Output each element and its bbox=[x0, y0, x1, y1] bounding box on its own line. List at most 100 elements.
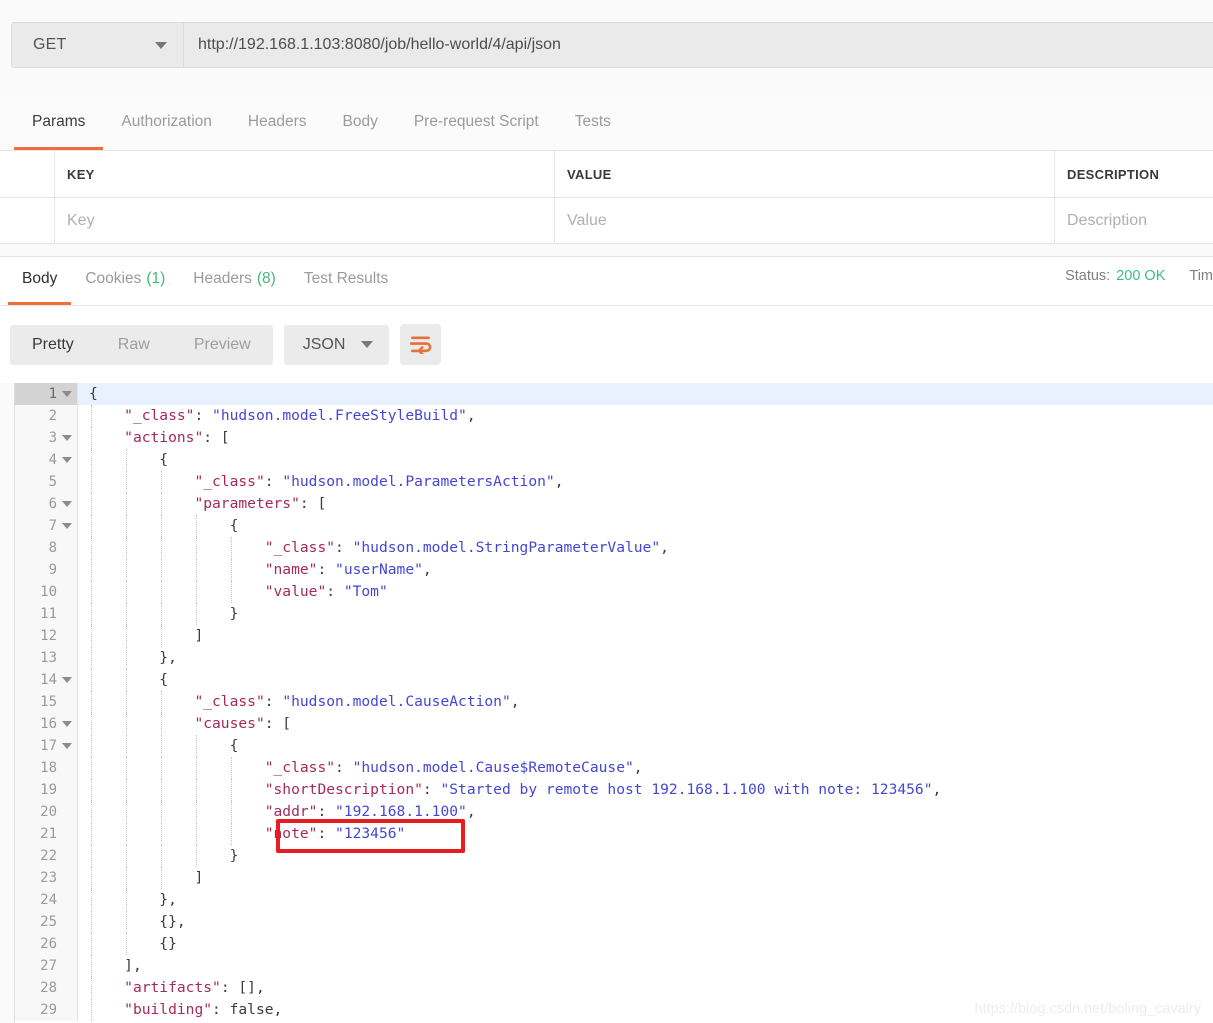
fold-arrow-icon[interactable] bbox=[62, 523, 72, 529]
response-tab-headers[interactable]: Headers (8) bbox=[179, 257, 290, 305]
code-line[interactable]: 23 ] bbox=[15, 867, 1213, 889]
response-tab-cookies[interactable]: Cookies (1) bbox=[71, 257, 179, 305]
params-row-checkbox[interactable] bbox=[0, 198, 55, 244]
code-tokens: "_class": "hudson.model.Cause$RemoteCaus… bbox=[89, 759, 643, 776]
code-token-punct: : bbox=[335, 759, 353, 776]
request-url-text: http://192.168.1.103:8080/job/hello-worl… bbox=[198, 36, 561, 53]
code-line[interactable]: 3 "actions": [ bbox=[15, 427, 1213, 449]
url-bar-inner: GET http://192.168.1.103:8080/job/hello-… bbox=[11, 22, 1213, 68]
indent-guide bbox=[161, 757, 163, 779]
fold-arrow-icon[interactable] bbox=[62, 501, 72, 507]
http-method-select[interactable]: GET bbox=[12, 23, 184, 67]
code-token-string: "hudson.model.Cause$RemoteCause" bbox=[352, 759, 634, 776]
line-number: 23 bbox=[15, 867, 78, 889]
request-tab-headers[interactable]: Headers bbox=[230, 100, 325, 150]
json-response-viewer[interactable]: 1{2 "_class": "hudson.model.FreeStyleBui… bbox=[14, 383, 1213, 1023]
fold-arrow-icon[interactable] bbox=[62, 457, 72, 463]
code-tokens: "artifacts": [], bbox=[89, 979, 265, 996]
indent-guide bbox=[91, 757, 92, 779]
request-url-input[interactable]: http://192.168.1.103:8080/job/hello-worl… bbox=[184, 23, 1213, 67]
code-line[interactable]: 11 } bbox=[15, 603, 1213, 625]
request-tab-label: Params bbox=[32, 113, 86, 130]
indent-guide bbox=[91, 581, 92, 603]
fold-arrow-icon[interactable] bbox=[62, 391, 72, 397]
code-token-punct: : bbox=[264, 693, 283, 710]
response-time-label: Tim bbox=[1189, 268, 1213, 284]
code-line[interactable]: 7 { bbox=[15, 515, 1213, 537]
line-number: 4 bbox=[15, 449, 78, 471]
line-number: 7 bbox=[15, 515, 78, 537]
code-line[interactable]: 26 {} bbox=[15, 933, 1213, 955]
code-token-punct: , bbox=[422, 561, 432, 578]
view-mode-pretty[interactable]: Pretty bbox=[10, 325, 96, 365]
indent-guide bbox=[126, 801, 128, 823]
code-token-string: "hudson.model.FreeStyleBuild" bbox=[212, 407, 467, 424]
code-line[interactable]: 21 "note": "123456" bbox=[15, 823, 1213, 845]
code-line-text: {}, bbox=[78, 911, 1213, 933]
request-url-bar: GET http://192.168.1.103:8080/job/hello-… bbox=[0, 0, 1213, 89]
code-tokens: ], bbox=[89, 957, 142, 974]
code-line-text: "_class": "hudson.model.FreeStyleBuild", bbox=[78, 405, 1213, 427]
response-format-select[interactable]: JSON bbox=[283, 324, 390, 365]
code-line[interactable]: 19 "shortDescription": "Started by remot… bbox=[15, 779, 1213, 801]
code-line[interactable]: 14 { bbox=[15, 669, 1213, 691]
request-tab-pre-request-script[interactable]: Pre-request Script bbox=[396, 100, 557, 150]
code-line-text: "name": "userName", bbox=[78, 559, 1213, 581]
code-line[interactable]: 2 "_class": "hudson.model.FreeStyleBuild… bbox=[15, 405, 1213, 427]
code-line[interactable]: 27 ], bbox=[15, 955, 1213, 977]
code-line[interactable]: 18 "_class": "hudson.model.Cause$RemoteC… bbox=[15, 757, 1213, 779]
word-wrap-button[interactable] bbox=[400, 324, 442, 365]
request-tab-tests[interactable]: Tests bbox=[557, 100, 629, 150]
code-line[interactable]: 17 { bbox=[15, 735, 1213, 757]
code-line[interactable]: 24 }, bbox=[15, 889, 1213, 911]
code-line[interactable]: 13 }, bbox=[15, 647, 1213, 669]
fold-arrow-icon[interactable] bbox=[62, 677, 72, 683]
code-line-text: "_class": "hudson.model.CauseAction", bbox=[78, 691, 1213, 713]
code-token-key: "_class" bbox=[194, 473, 265, 490]
code-line[interactable]: 5 "_class": "hudson.model.ParametersActi… bbox=[15, 471, 1213, 493]
indent-guide bbox=[196, 823, 198, 845]
view-mode-preview[interactable]: Preview bbox=[172, 325, 273, 365]
view-mode-group: Pretty Raw Preview bbox=[10, 324, 273, 365]
response-tab-test-results[interactable]: Test Results bbox=[290, 257, 402, 305]
fold-arrow-icon[interactable] bbox=[62, 743, 72, 749]
request-tab-params[interactable]: Params bbox=[14, 100, 104, 150]
fold-arrow-icon[interactable] bbox=[62, 721, 72, 727]
code-line[interactable]: 8 "_class": "hudson.model.StringParamete… bbox=[15, 537, 1213, 559]
code-line[interactable]: 10 "value": "Tom" bbox=[15, 581, 1213, 603]
code-line[interactable]: 4 { bbox=[15, 449, 1213, 471]
response-tab-body[interactable]: Body bbox=[8, 257, 72, 305]
request-tab-body[interactable]: Body bbox=[324, 100, 395, 150]
code-token-key: "artifacts" bbox=[124, 979, 221, 996]
status-label: Status: bbox=[1065, 268, 1111, 284]
indent-guide bbox=[91, 867, 92, 889]
code-token-string: "123456" bbox=[335, 825, 406, 842]
indent-guide bbox=[91, 933, 92, 955]
code-line[interactable]: 16 "causes": [ bbox=[15, 713, 1213, 735]
indent-guide bbox=[126, 713, 128, 735]
code-token-string: "Started by remote host 192.168.1.100 wi… bbox=[440, 781, 933, 798]
code-line[interactable]: 12 ] bbox=[15, 625, 1213, 647]
indent-guide bbox=[196, 559, 198, 581]
code-token-punct: {}, bbox=[159, 913, 186, 930]
request-tab-authorization[interactable]: Authorization bbox=[103, 100, 229, 150]
view-mode-raw[interactable]: Raw bbox=[96, 325, 172, 365]
indent-guide bbox=[126, 933, 128, 955]
params-key-input[interactable]: Key bbox=[55, 198, 555, 244]
code-line[interactable]: 28 "artifacts": [], bbox=[15, 977, 1213, 999]
fold-arrow-icon[interactable] bbox=[62, 435, 72, 441]
code-tokens: "parameters": [ bbox=[89, 495, 326, 512]
params-value-input[interactable]: Value bbox=[555, 198, 1055, 244]
code-line[interactable]: 6 "parameters": [ bbox=[15, 493, 1213, 515]
params-description-input[interactable]: Description bbox=[1055, 198, 1213, 244]
indent-guide bbox=[126, 735, 128, 757]
code-line[interactable]: 9 "name": "userName", bbox=[15, 559, 1213, 581]
code-line[interactable]: 20 "addr": "192.168.1.100", bbox=[15, 801, 1213, 823]
code-line[interactable]: 22 } bbox=[15, 845, 1213, 867]
line-number: 11 bbox=[15, 603, 78, 625]
code-line[interactable]: 15 "_class": "hudson.model.CauseAction", bbox=[15, 691, 1213, 713]
indent-guide bbox=[126, 691, 128, 713]
indent-guide bbox=[196, 537, 198, 559]
code-line[interactable]: 25 {}, bbox=[15, 911, 1213, 933]
code-line[interactable]: 1{ bbox=[15, 383, 1213, 405]
